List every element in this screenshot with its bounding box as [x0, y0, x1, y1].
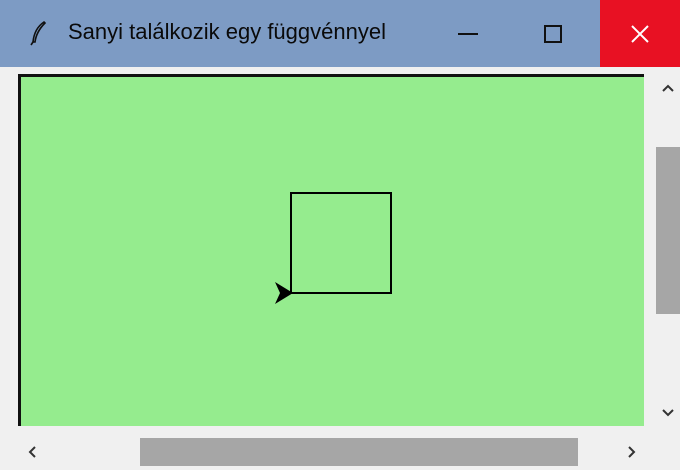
close-icon [631, 24, 649, 43]
close-button[interactable] [600, 0, 680, 67]
feather-icon [28, 20, 50, 46]
maximize-button[interactable] [510, 0, 595, 67]
chevron-up-icon[interactable] [656, 76, 680, 100]
chevron-right-icon[interactable] [620, 440, 644, 464]
minimize-button[interactable] [425, 0, 510, 67]
maximize-icon [543, 24, 562, 43]
drawn-square [290, 192, 392, 294]
chevron-down-icon[interactable] [656, 401, 680, 425]
window-title: Sanyi találkozik egy függvénnyel [68, 19, 386, 44]
title-bar[interactable]: Sanyi találkozik egy függvénnyel [0, 0, 680, 67]
vertical-scroll-thumb[interactable] [656, 147, 680, 314]
turtle-canvas[interactable] [18, 74, 644, 426]
chevron-left-icon[interactable] [20, 440, 44, 464]
horizontal-scroll-thumb[interactable] [140, 438, 578, 466]
app-window: Sanyi találkozik egy függvénnyel [0, 0, 680, 470]
minimize-icon [457, 32, 478, 35]
